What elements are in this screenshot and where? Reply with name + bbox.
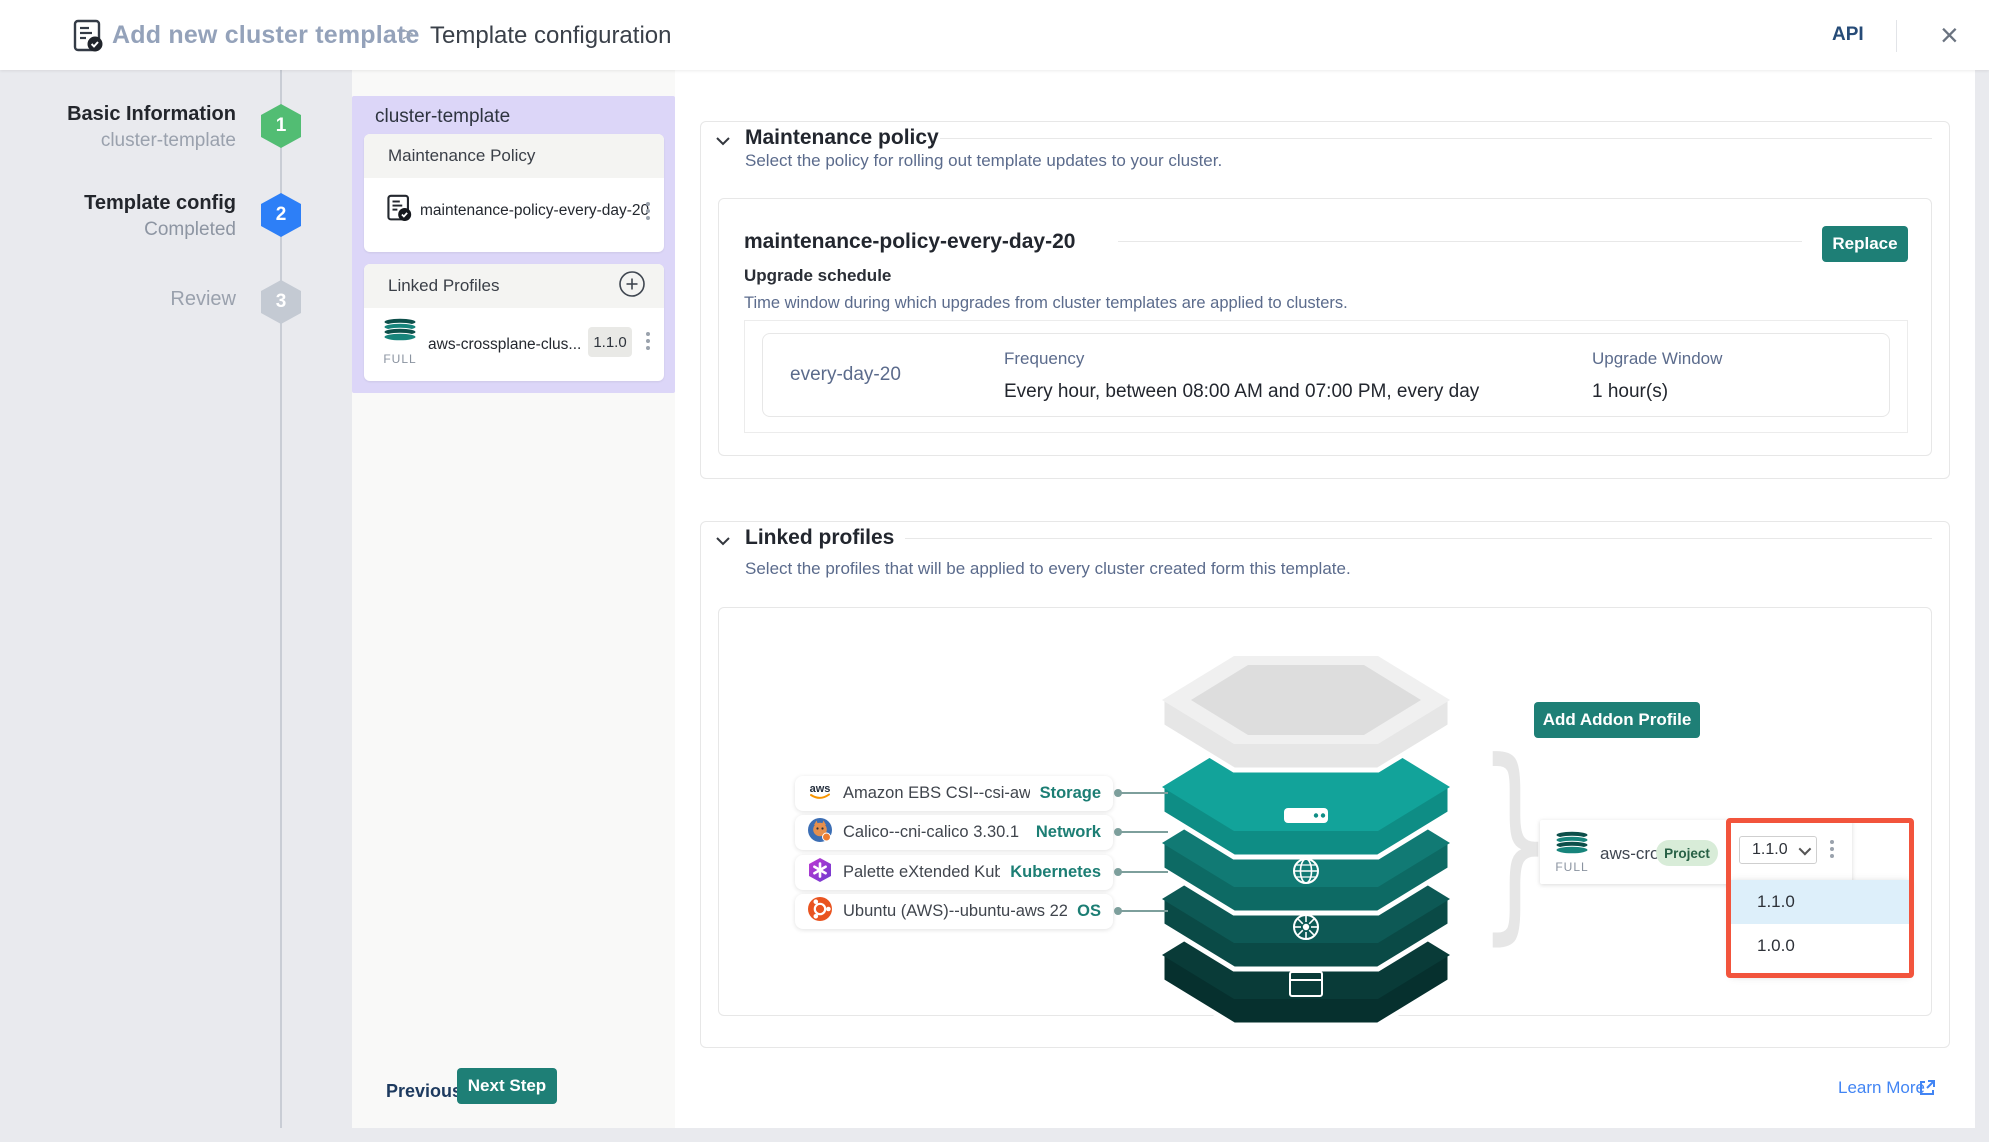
layer-pill-tag: Network <box>1036 823 1101 842</box>
step-title: Template config <box>0 192 236 215</box>
policy-card-title: maintenance-policy-every-day-20 <box>744 230 1075 254</box>
layer-pill-label: Calico--cni-calico 3.30.1 <box>843 823 1026 842</box>
collapse-chevron-icon[interactable] <box>716 533 730 543</box>
connector-line <box>1118 831 1168 833</box>
layer-pill-tag: Kubernetes <box>1010 863 1101 882</box>
layer-pill-network[interactable]: Calico--cni-calico 3.30.1 Network <box>795 815 1113 850</box>
kebab-menu-icon[interactable] <box>1830 840 1834 844</box>
project-scope-badge: Project <box>1656 840 1718 866</box>
version-select[interactable]: 1.1.0 <box>1739 836 1817 864</box>
tree-linked-header: Linked Profiles <box>364 264 664 308</box>
frequency-value: Every hour, between 08:00 AM and 07:00 P… <box>1004 381 1479 403</box>
external-link-icon[interactable] <box>1917 1078 1937 1103</box>
version-select-value: 1.1.0 <box>1752 841 1788 859</box>
breadcrumb-separator-icon: > <box>402 24 414 47</box>
full-profile-layers-icon <box>380 317 420 349</box>
policy-doc-icon <box>386 194 412 227</box>
cluster-template-doc-icon <box>72 19 104 58</box>
ubuntu-icon <box>807 896 833 927</box>
version-dropdown: 1.1.0 1.0.0 <box>1731 880 1909 974</box>
version-option[interactable]: 1.1.0 <box>1731 880 1909 924</box>
chevron-down-icon <box>1799 842 1812 855</box>
collapse-chevron-icon[interactable] <box>716 133 730 143</box>
tree-linked-version-badge: 1.1.0 <box>588 327 632 357</box>
layer-pill-label: Amazon EBS CSI--csi-aws... <box>843 784 1030 803</box>
schedule-name: every-day-20 <box>790 364 901 386</box>
connector-line <box>1118 792 1168 794</box>
close-icon[interactable]: × <box>1940 17 1959 53</box>
tree-linked-item[interactable]: aws-crossplane-clus... <box>428 336 581 354</box>
schedule-row <box>762 333 1890 417</box>
full-badge: FULL <box>378 352 422 366</box>
layer-pill-kubernetes[interactable]: Palette eXtended Kub... Kubernetes <box>795 855 1113 890</box>
connector-line <box>1118 910 1168 912</box>
upgrade-window-value: 1 hour(s) <box>1592 381 1668 403</box>
api-button[interactable]: API <box>1832 24 1864 46</box>
tree-linked-header-label: Linked Profiles <box>388 276 500 296</box>
breadcrumb-parent[interactable]: Add new cluster template <box>112 21 420 50</box>
upgrade-schedule-description: Time window during which upgrades from c… <box>744 294 1348 313</box>
layer-pill-label: Ubuntu (AWS)--ubuntu-aws 22... <box>843 902 1067 921</box>
tree-maintenance-item[interactable]: maintenance-policy-every-day-20 <box>420 202 649 220</box>
previous-button[interactable]: Previous <box>382 1075 466 1108</box>
section-divider <box>940 138 1932 139</box>
add-addon-profile-button[interactable]: Add Addon Profile <box>1534 702 1700 738</box>
layer-pill-os[interactable]: Ubuntu (AWS)--ubuntu-aws 22... OS <box>795 894 1113 929</box>
section-title: Linked profiles <box>745 526 894 550</box>
policy-title-divider <box>1118 241 1802 242</box>
palette-xks-icon <box>807 857 833 888</box>
upgrade-schedule-heading: Upgrade schedule <box>744 266 891 286</box>
header: Add new cluster template > Template conf… <box>0 0 1989 70</box>
kubernetes-layer-icon <box>1294 915 1318 939</box>
tree-panel-title: cluster-template <box>375 106 510 128</box>
full-profile-layers-icon <box>1552 830 1592 862</box>
kebab-menu-icon[interactable] <box>646 332 650 336</box>
svg-text:aws: aws <box>810 783 831 795</box>
storage-layer-icon <box>1284 808 1328 823</box>
step-subtitle: Completed <box>0 219 236 241</box>
learn-more-link[interactable]: Learn More <box>1838 1078 1925 1098</box>
add-profile-plus-icon[interactable] <box>618 270 646 303</box>
connector-line <box>1118 871 1168 873</box>
section-divider <box>905 538 1932 539</box>
step-title: Basic Information <box>0 103 236 126</box>
section-subtitle: Select the policy for rolling out templa… <box>745 151 1222 171</box>
replace-button[interactable]: Replace <box>1822 226 1908 262</box>
layer-pill-tag: Storage <box>1040 784 1101 803</box>
breadcrumb-current: Template configuration <box>430 22 671 50</box>
step-subtitle: cluster-template <box>0 130 236 152</box>
aws-icon: aws <box>807 778 833 809</box>
learn-more-label: Learn More <box>1838 1078 1925 1097</box>
tree-linked-profiles-card: Linked Profiles FULL aws-crossplane-c <box>364 264 664 381</box>
kebab-menu-icon[interactable] <box>646 202 650 206</box>
calico-icon <box>807 817 833 848</box>
full-badge: FULL <box>1550 860 1594 874</box>
step-title: Review <box>0 288 236 311</box>
tree-maintenance-header: Maintenance Policy <box>364 134 664 178</box>
frequency-label: Frequency <box>1004 349 1084 369</box>
cluster-layer-stack-graphic <box>1126 650 1486 1050</box>
version-option[interactable]: 1.0.0 <box>1731 924 1909 968</box>
layer-pill-tag: OS <box>1077 902 1101 921</box>
section-subtitle: Select the profiles that will be applied… <box>745 559 1351 579</box>
next-step-button[interactable]: Next Step <box>457 1068 557 1104</box>
layer-pill-label: Palette eXtended Kub... <box>843 863 1000 882</box>
add-cluster-template-window: Add new cluster template > Template conf… <box>0 0 1989 1142</box>
header-divider <box>1896 20 1897 52</box>
upgrade-window-label: Upgrade Window <box>1592 349 1722 369</box>
section-title: Maintenance policy <box>745 126 939 150</box>
tree-maintenance-card: Maintenance Policy maintenance-policy-ev… <box>364 134 664 252</box>
layer-pill-storage[interactable]: aws Amazon EBS CSI--csi-aws... Storage <box>795 776 1113 811</box>
